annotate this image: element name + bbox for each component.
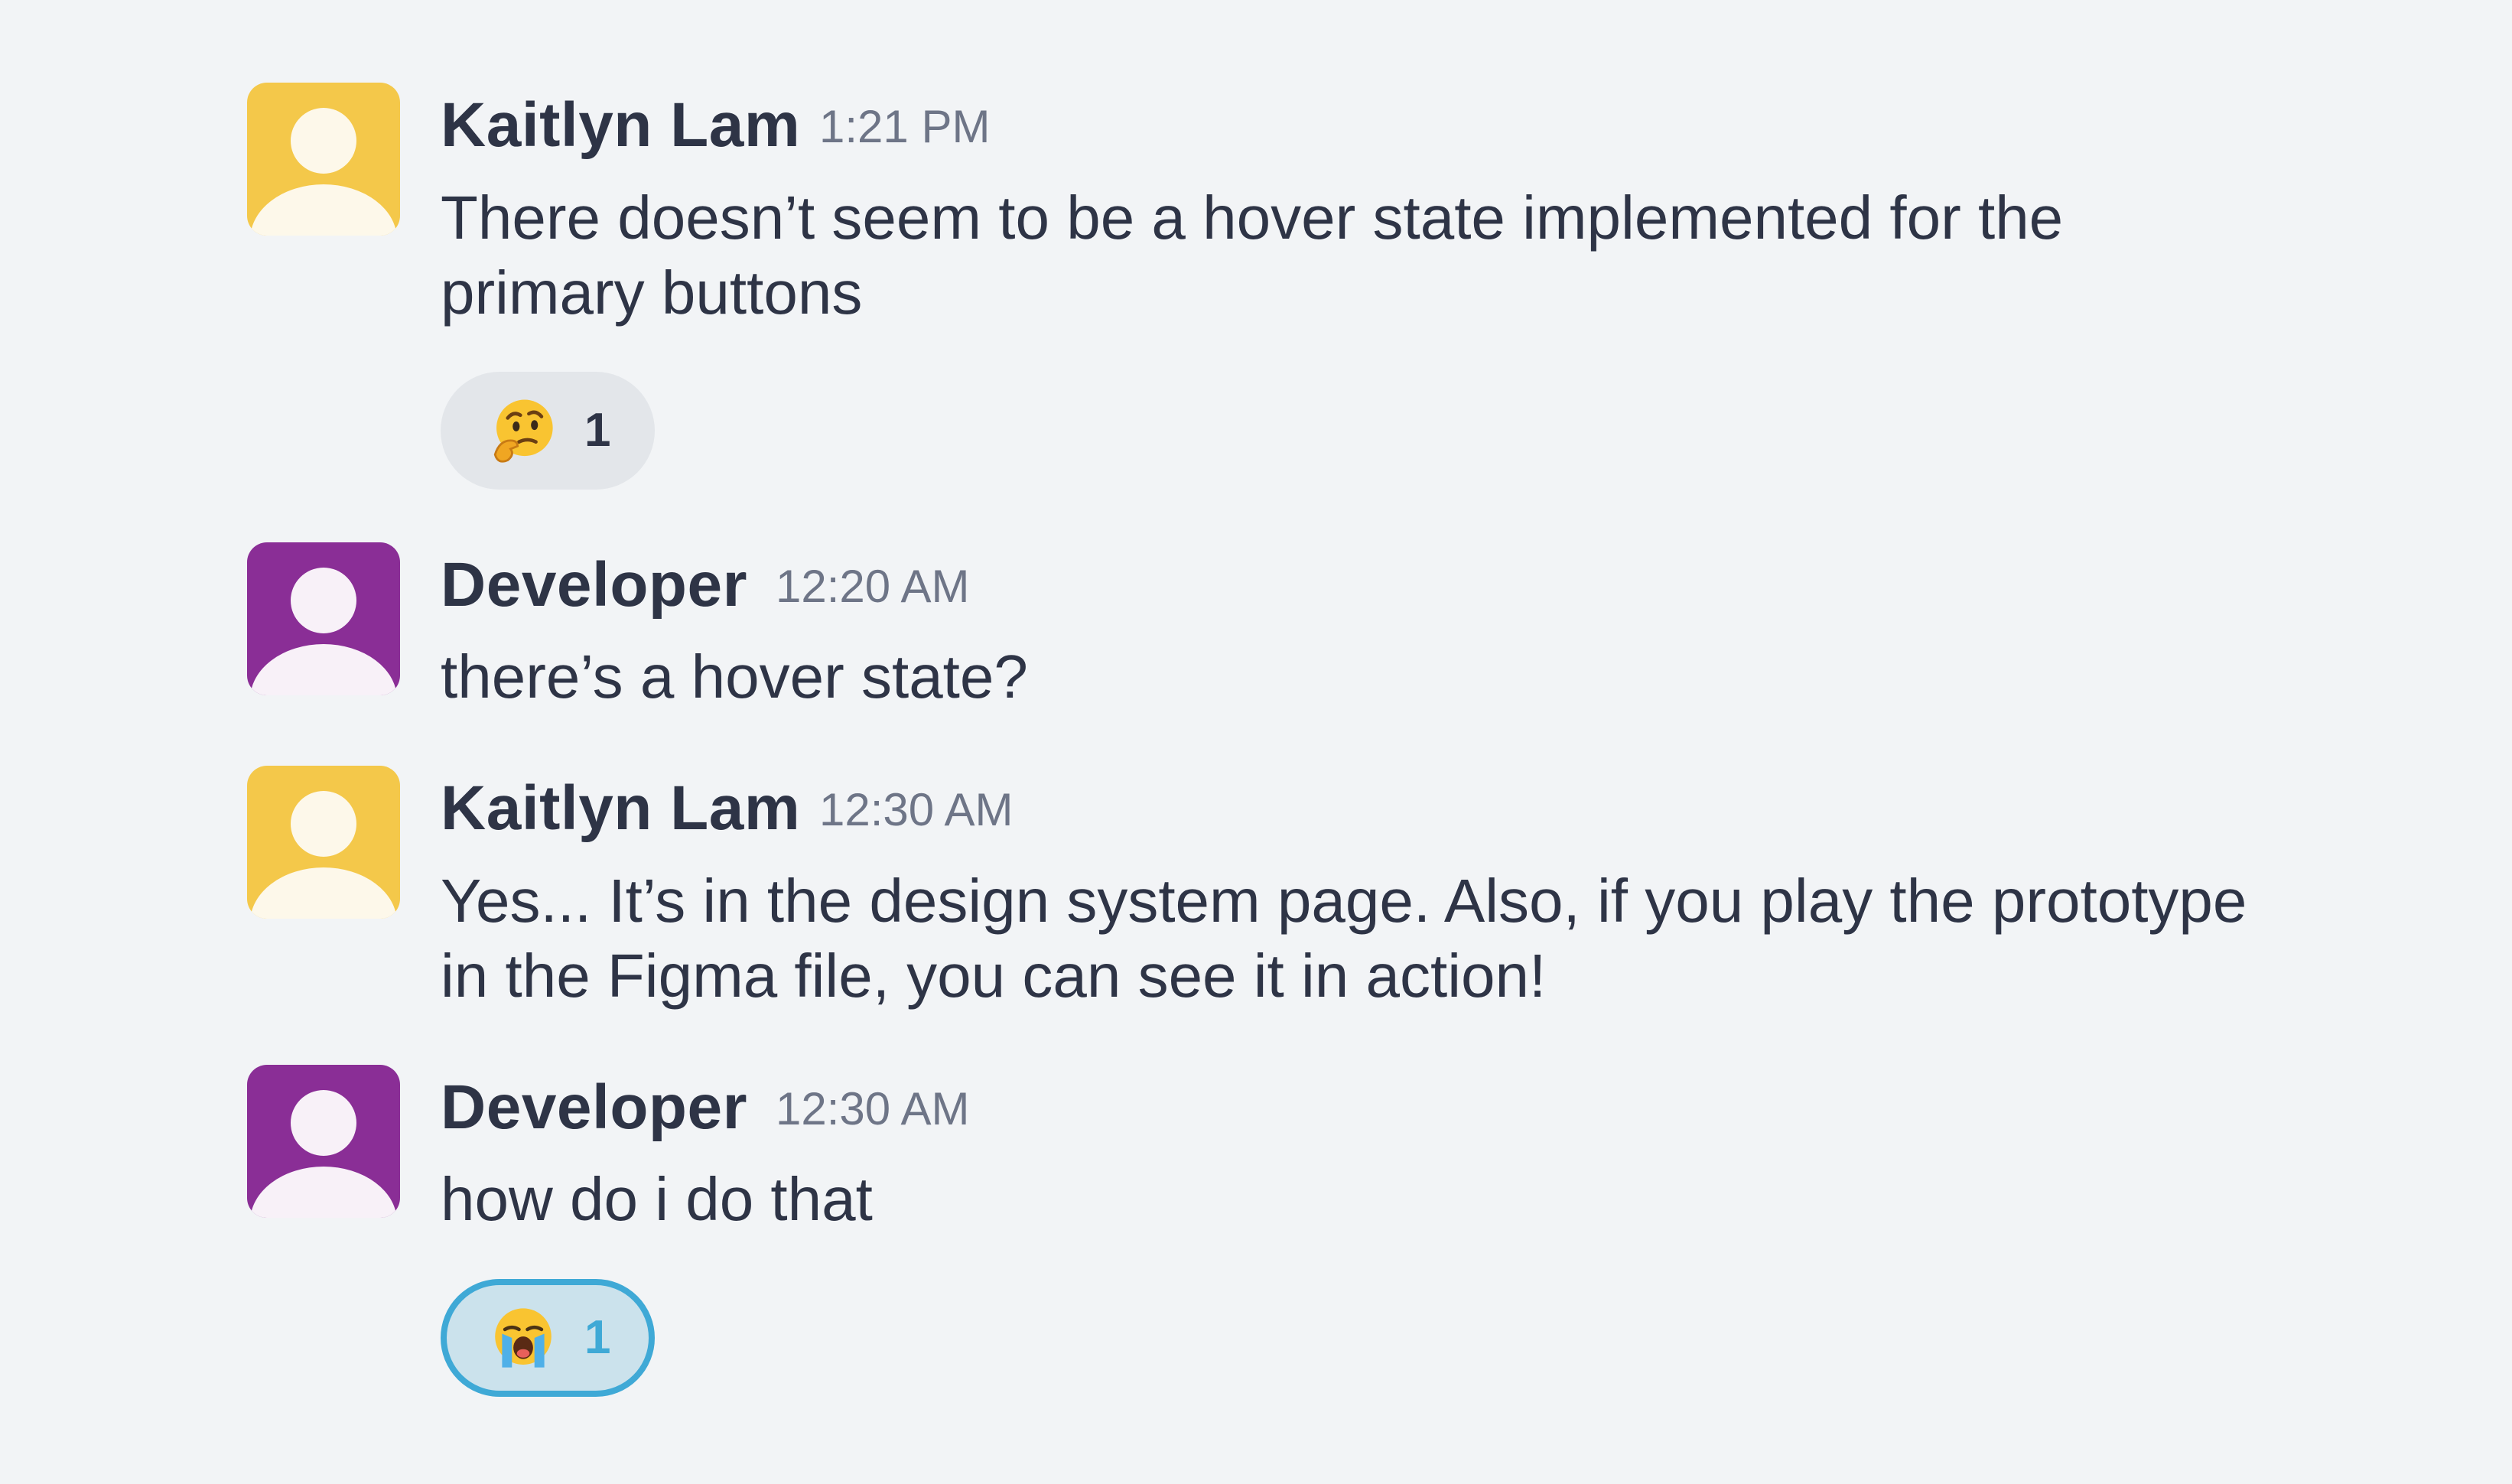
message-text-line: There doesn’t seem to be a hover state i…	[441, 184, 2064, 252]
message-text-line: in the Figma file, you can see it in act…	[441, 942, 1547, 1010]
user-icon	[247, 542, 400, 695]
message-text: Yes... It’s in the design system page. A…	[441, 864, 2460, 1014]
avatar[interactable]	[247, 542, 400, 695]
avatar[interactable]	[247, 766, 400, 919]
reaction-count: 1	[584, 1311, 611, 1364]
message-content: Kaitlyn Lam 1:21 PM There doesn’t seem t…	[441, 83, 2460, 490]
message-content: Kaitlyn Lam 12:30 AM Yes... It’s in the …	[441, 766, 2460, 1010]
thinking-face-icon	[488, 395, 558, 466]
message-text: There doesn’t seem to be a hover state i…	[441, 181, 2460, 330]
message-timestamp[interactable]: 12:30 AM	[819, 779, 1014, 841]
message-list: Kaitlyn Lam 1:21 PM There doesn’t seem t…	[0, 0, 2512, 1484]
loudly-crying-face-icon	[488, 1303, 558, 1373]
reaction-count: 1	[584, 404, 611, 457]
message-timestamp[interactable]: 12:20 AM	[776, 556, 970, 617]
message-text-line: how do i do that	[441, 1165, 873, 1233]
message-content: Developer 12:30 AM how do i do that 1	[441, 1065, 2460, 1397]
author-name[interactable]: Developer	[441, 547, 747, 623]
message-text: there’s a hover state?	[441, 639, 2460, 714]
author-name[interactable]: Kaitlyn Lam	[441, 770, 800, 847]
message-header: Developer 12:20 AM	[441, 542, 2460, 620]
avatar[interactable]	[247, 83, 400, 236]
message-text-line: there’s a hover state?	[441, 643, 1028, 711]
user-icon	[247, 766, 400, 919]
author-name[interactable]: Kaitlyn Lam	[441, 87, 800, 164]
message-text-line: primary buttons	[441, 259, 863, 327]
message-header: Developer 12:30 AM	[441, 1065, 2460, 1142]
message-timestamp[interactable]: 12:30 AM	[776, 1079, 970, 1140]
message-content: Developer 12:20 AM there’s a hover state…	[441, 542, 2460, 711]
reaction-button[interactable]: 1	[441, 372, 655, 490]
message-text: how do i do that	[441, 1162, 2460, 1237]
user-icon	[247, 83, 400, 236]
reaction-button[interactable]: 1	[441, 1279, 655, 1397]
message-text-line: Yes... It’s in the design system page. A…	[441, 867, 2247, 935]
message-header: Kaitlyn Lam 12:30 AM	[441, 766, 2460, 843]
user-icon	[247, 1065, 400, 1218]
avatar[interactable]	[247, 1065, 400, 1218]
message-timestamp[interactable]: 1:21 PM	[819, 96, 990, 158]
author-name[interactable]: Developer	[441, 1069, 747, 1146]
message-header: Kaitlyn Lam 1:21 PM	[441, 83, 2460, 160]
